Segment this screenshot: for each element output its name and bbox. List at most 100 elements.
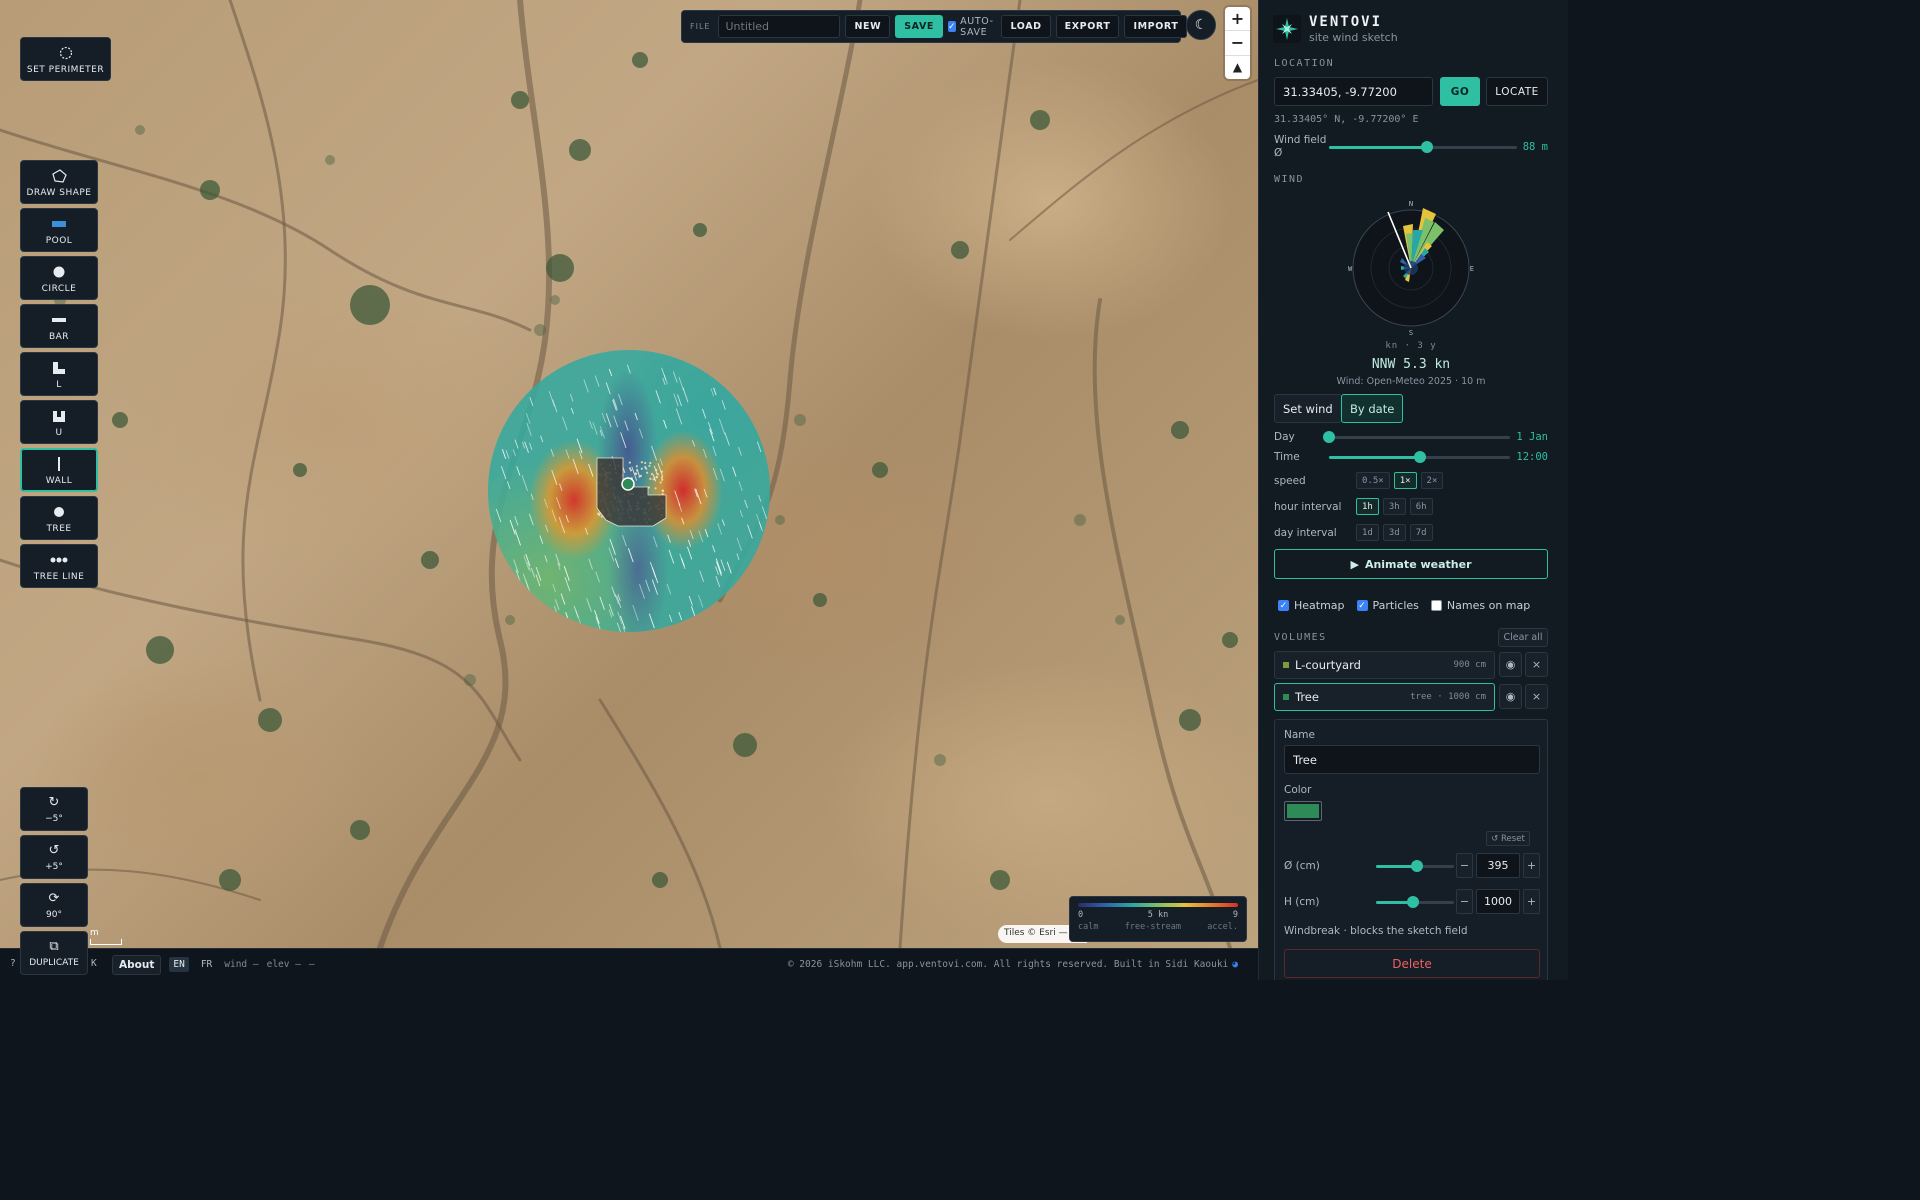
slider-thumb[interactable] bbox=[1413, 451, 1426, 463]
names-checkbox[interactable] bbox=[1430, 600, 1442, 611]
export-button[interactable]: EXPORT bbox=[1055, 15, 1120, 38]
diameter-row: Ø (cm) − + bbox=[1284, 853, 1540, 878]
remove-volume-button[interactable]: × bbox=[1525, 684, 1548, 709]
eye-icon: ◉ bbox=[1505, 658, 1516, 671]
heatmap-checkbox[interactable]: ✓ bbox=[1278, 600, 1289, 611]
tool-circle[interactable]: CIRCLE bbox=[20, 256, 98, 300]
set-perimeter-button[interactable]: SET PERIMETER bbox=[20, 37, 111, 81]
time-slider[interactable] bbox=[1329, 450, 1511, 464]
day-option[interactable]: 1d bbox=[1356, 524, 1379, 541]
set-wind-button[interactable]: Set wind bbox=[1274, 394, 1342, 423]
volume-name-input[interactable] bbox=[1284, 745, 1540, 774]
about-button[interactable]: About bbox=[112, 954, 162, 975]
decrement-button[interactable]: − bbox=[1456, 889, 1473, 914]
duplicate-button[interactable]: ⧉ DUPLICATE bbox=[20, 931, 88, 975]
day-option[interactable]: 7d bbox=[1409, 524, 1433, 541]
tool-tree-line[interactable]: TREE LINE bbox=[20, 544, 98, 588]
diameter-slider[interactable] bbox=[1376, 859, 1454, 873]
wind-field-heatmap[interactable] bbox=[488, 350, 770, 632]
volume-item[interactable]: L-courtyard 900 cm bbox=[1274, 651, 1495, 679]
set-perimeter-label: SET PERIMETER bbox=[26, 64, 105, 75]
height-label: H (cm) bbox=[1284, 895, 1320, 908]
particles-checkbox[interactable]: ✓ bbox=[1356, 600, 1368, 611]
color-picker[interactable] bbox=[1284, 801, 1322, 821]
names-toggle[interactable]: Names on map bbox=[1430, 599, 1530, 612]
increment-button[interactable]: + bbox=[1523, 889, 1540, 914]
go-button[interactable]: GO bbox=[1440, 77, 1480, 106]
location-input[interactable] bbox=[1274, 77, 1433, 106]
slider-thumb[interactable] bbox=[1420, 141, 1433, 153]
location-heading: LOCATION bbox=[1274, 58, 1335, 69]
lang-en[interactable]: EN bbox=[169, 957, 189, 972]
import-button[interactable]: IMPORT bbox=[1124, 15, 1188, 38]
height-input[interactable] bbox=[1476, 889, 1520, 914]
day-option[interactable]: 3d bbox=[1382, 524, 1406, 541]
auto-save-toggle[interactable]: ✓ AUTO-SAVE bbox=[948, 16, 996, 38]
remove-volume-button[interactable]: × bbox=[1525, 652, 1548, 677]
tool-wall[interactable]: WALL bbox=[20, 448, 98, 492]
zoom-in-button[interactable]: + bbox=[1225, 7, 1250, 32]
reset-button[interactable]: ↺ Reset bbox=[1486, 831, 1530, 846]
speed-option[interactable]: 0.5× bbox=[1356, 472, 1390, 489]
wind-field-slider[interactable] bbox=[1329, 140, 1517, 154]
new-button[interactable]: NEW bbox=[845, 15, 891, 38]
hour-option[interactable]: 3h bbox=[1382, 498, 1406, 515]
wind-legend: 0 5 kn 9 calm free-stream accel. bbox=[1069, 896, 1247, 942]
footer-dash: — bbox=[308, 959, 315, 970]
windbreak-note: Windbreak · blocks the sketch field bbox=[1284, 925, 1468, 937]
rotate-minus-5-button[interactable]: ↻ −5° bbox=[20, 787, 88, 831]
file-name-input[interactable] bbox=[718, 15, 841, 38]
volume-editor: Name Color ↺ Reset Ø (cm) − + H (cm) − bbox=[1274, 719, 1548, 980]
clear-all-button[interactable]: Clear all bbox=[1498, 628, 1548, 647]
slider-thumb[interactable] bbox=[1323, 431, 1335, 443]
height-slider[interactable] bbox=[1376, 895, 1454, 909]
tool-l-shape[interactable]: L bbox=[20, 352, 98, 396]
delete-button[interactable]: Delete bbox=[1284, 949, 1540, 978]
locate-button[interactable]: LOCATE bbox=[1486, 77, 1548, 106]
satellite-map[interactable] bbox=[0, 0, 1258, 948]
tool-label: BAR bbox=[48, 331, 70, 342]
tool-label: TREE LINE bbox=[33, 571, 85, 582]
tool-tree[interactable]: TREE bbox=[20, 496, 98, 540]
slider-thumb[interactable] bbox=[1407, 895, 1420, 908]
rotate-plus-5-button[interactable]: ↺ +5° bbox=[20, 835, 88, 879]
lang-fr[interactable]: FR bbox=[197, 957, 216, 972]
rotate-ccw-icon: ↻ bbox=[48, 794, 60, 810]
zoom-out-button[interactable]: − bbox=[1225, 31, 1250, 56]
increment-button[interactable]: + bbox=[1523, 853, 1540, 878]
height-row: H (cm) − + bbox=[1284, 889, 1540, 914]
particles-toggle[interactable]: ✓ Particles bbox=[1356, 599, 1419, 612]
l-courtyard-footprint bbox=[596, 457, 667, 527]
heatmap-toggle[interactable]: ✓ Heatmap bbox=[1278, 599, 1345, 612]
tool-pool[interactable]: POOL bbox=[20, 208, 98, 252]
wind-rose: N E S W bbox=[1343, 200, 1479, 337]
auto-save-checkbox[interactable]: ✓ bbox=[948, 21, 957, 32]
load-button[interactable]: LOAD bbox=[1001, 15, 1051, 38]
close-icon: × bbox=[1531, 658, 1542, 671]
volume-item[interactable]: Tree tree · 1000 cm bbox=[1274, 683, 1495, 711]
toggle-visibility-button[interactable]: ◉ bbox=[1499, 652, 1522, 677]
tool-label: L bbox=[56, 379, 62, 390]
diameter-input[interactable] bbox=[1476, 853, 1520, 878]
slider-thumb[interactable] bbox=[1410, 859, 1423, 872]
reset-north-button[interactable]: ▲ bbox=[1225, 56, 1250, 79]
theme-toggle-button[interactable]: ☾ bbox=[1186, 10, 1216, 40]
help-stub[interactable]: ? bbox=[10, 958, 16, 969]
day-slider[interactable] bbox=[1323, 430, 1511, 444]
speed-option[interactable]: 2× bbox=[1420, 472, 1444, 489]
tool-bar[interactable]: BAR bbox=[20, 304, 98, 348]
save-button[interactable]: SAVE bbox=[895, 15, 944, 38]
hour-option[interactable]: 6h bbox=[1409, 498, 1433, 515]
by-date-button[interactable]: By date bbox=[1341, 394, 1404, 423]
toggle-visibility-button[interactable]: ◉ bbox=[1499, 684, 1522, 709]
decrement-button[interactable]: − bbox=[1456, 853, 1473, 878]
rotate-90-button[interactable]: ⟳ 90° bbox=[20, 883, 88, 927]
tool-u-shape[interactable]: U bbox=[20, 400, 98, 444]
tool-draw-shape[interactable]: DRAW SHAPE bbox=[20, 160, 98, 204]
animate-weather-button[interactable]: ▶ Animate weather bbox=[1274, 549, 1548, 579]
wind-field-value: 88 m bbox=[1522, 141, 1548, 153]
speed-option[interactable]: 1× bbox=[1393, 472, 1417, 489]
particles-label: Particles bbox=[1372, 599, 1419, 612]
heatmap-label: Heatmap bbox=[1294, 599, 1345, 612]
hour-option[interactable]: 1h bbox=[1356, 498, 1379, 515]
